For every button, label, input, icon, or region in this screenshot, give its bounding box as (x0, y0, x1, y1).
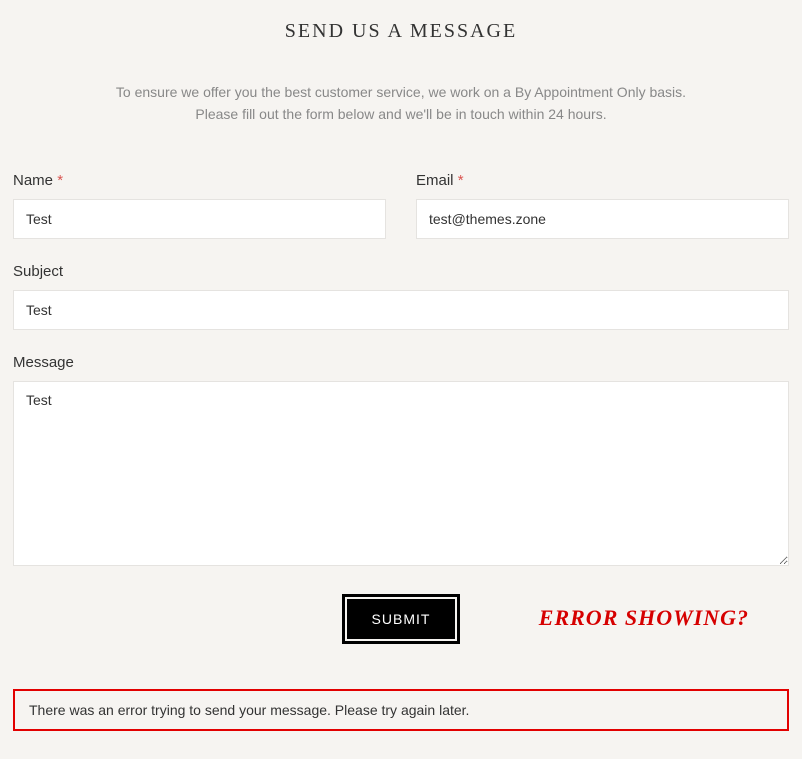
submit-button[interactable]: SUBMIT (347, 599, 456, 639)
intro-text: To ensure we offer you the best customer… (13, 81, 789, 126)
message-textarea[interactable]: Test (13, 381, 789, 566)
email-label-text: Email (416, 172, 454, 189)
error-message-box: There was an error trying to send your m… (13, 689, 789, 731)
email-required-mark: * (458, 172, 464, 189)
name-label: Name * (13, 172, 386, 189)
name-label-text: Name (13, 172, 53, 189)
error-annotation: ERROR SHOWING? (539, 605, 749, 631)
subject-group: Subject (13, 263, 789, 330)
submit-wrap: SUBMIT ERROR SHOWING? (13, 599, 789, 639)
intro-line-1: To ensure we offer you the best customer… (13, 81, 789, 103)
name-input[interactable] (13, 199, 386, 239)
message-label: Message (13, 354, 789, 371)
message-group: Message Test (13, 354, 789, 571)
email-group: Email * (416, 172, 789, 239)
subject-label-text: Subject (13, 263, 63, 280)
name-required-mark: * (57, 172, 63, 189)
form-row-top: Name * Email * (13, 172, 789, 239)
page-title: SEND US A MESSAGE (13, 20, 789, 43)
email-label: Email * (416, 172, 789, 189)
intro-line-2: Please fill out the form below and we'll… (13, 103, 789, 125)
name-group: Name * (13, 172, 386, 239)
email-input[interactable] (416, 199, 789, 239)
subject-label: Subject (13, 263, 789, 280)
subject-input[interactable] (13, 290, 789, 330)
message-label-text: Message (13, 354, 74, 371)
